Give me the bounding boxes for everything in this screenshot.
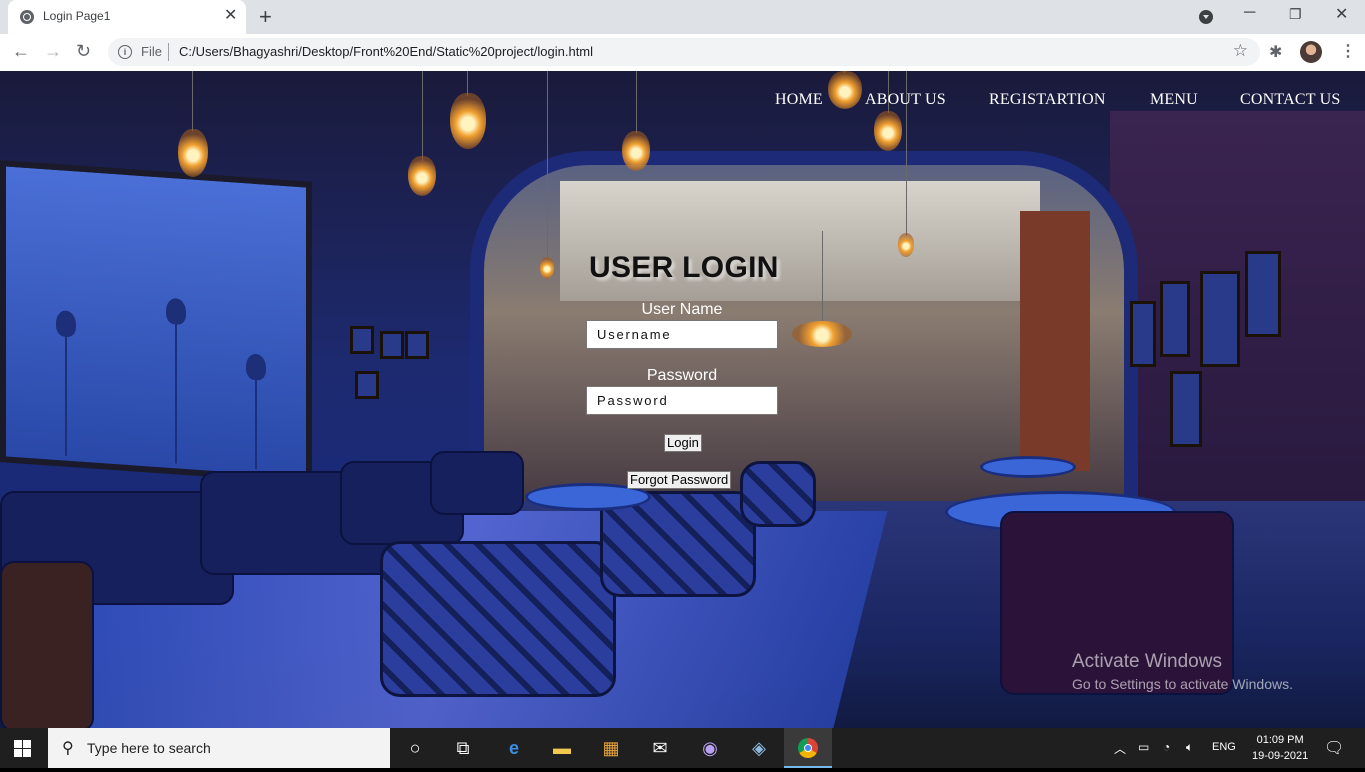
omnibox-divider: [168, 43, 169, 61]
tab-search-icon[interactable]: [1199, 10, 1213, 24]
bg-frame: [1245, 251, 1281, 337]
bg-frame: [350, 326, 374, 354]
mail-icon[interactable]: ✉: [636, 728, 684, 768]
extensions-icon[interactable]: ✱: [1269, 42, 1282, 62]
bg-bulb: [450, 93, 486, 149]
new-tab-button[interactable]: +: [259, 4, 272, 30]
cortana-icon[interactable]: ○: [391, 728, 439, 768]
store-icon[interactable]: ▦: [587, 728, 635, 768]
globe-icon: [20, 10, 34, 24]
password-input[interactable]: [586, 386, 778, 415]
bg-frame: [355, 371, 379, 399]
bg-bulb: [874, 111, 902, 151]
wifi-icon[interactable]: ◔: [1163, 740, 1170, 754]
watermark-title: Activate Windows: [1072, 651, 1222, 672]
address-bar[interactable]: i File C:/Users/Bhagyashri/Desktop/Front…: [108, 38, 1260, 66]
bg-frame: [1200, 271, 1240, 367]
bg-painting: [0, 160, 312, 484]
close-window-icon[interactable]: ✕: [1335, 4, 1348, 24]
bg-armchair: [740, 461, 816, 527]
bg-bulb: [898, 233, 914, 257]
restore-icon[interactable]: ❐: [1289, 6, 1302, 23]
bg-frame: [405, 331, 429, 359]
tray-chevron-icon[interactable]: ︿: [1114, 740, 1126, 757]
forgot-password-button[interactable]: Forgot Password: [627, 471, 732, 489]
bg-bulb: [828, 71, 862, 109]
url-text[interactable]: C:/Users/Bhagyashri/Desktop/Front%20End/…: [179, 44, 593, 59]
reload-icon[interactable]: ↻: [76, 41, 91, 61]
file-explorer-icon[interactable]: ▬: [538, 728, 586, 768]
nav-menu[interactable]: MENU: [1150, 91, 1198, 109]
scheme-label: File: [141, 44, 162, 59]
bg-chandelier: [792, 321, 852, 347]
close-tab-icon[interactable]: ✕: [224, 7, 237, 25]
bg-frame: [380, 331, 404, 359]
more-menu-icon[interactable]: ⋮: [1340, 41, 1356, 61]
chrome-icon[interactable]: [784, 728, 832, 768]
bg-sofa: [430, 451, 524, 515]
clock-date: 19-09-2021: [1252, 750, 1309, 762]
eclipse-icon[interactable]: ◉: [686, 728, 734, 768]
login-title: USER LOGIN: [589, 251, 779, 284]
profile-avatar[interactable]: [1300, 41, 1322, 63]
bg-armchair: [380, 541, 616, 697]
taskbar-search-box[interactable]: ⚲ Type here to search: [48, 728, 390, 768]
login-page: HOME ABOUT US REGISTARTION MENU CONTACT …: [0, 71, 1365, 728]
browser-tab-strip: Login Page1 ✕ + ─ ❐ ✕: [0, 0, 1365, 34]
nav-registration[interactable]: REGISTARTION: [989, 91, 1106, 109]
nav-contact-us[interactable]: CONTACT US: [1240, 91, 1340, 109]
search-icon: ⚲: [62, 740, 74, 757]
watermark-subtitle: Go to Settings to activate Windows.: [1072, 676, 1293, 692]
bg-frame: [1160, 281, 1190, 357]
browser-tab[interactable]: Login Page1 ✕: [8, 0, 246, 34]
clock-time: 01:09 PM: [1256, 734, 1304, 746]
language-indicator[interactable]: ENG: [1212, 741, 1236, 753]
bookmark-star-icon[interactable]: ☆: [1233, 41, 1248, 61]
username-input[interactable]: [586, 320, 778, 349]
tab-title: Login Page1: [43, 9, 111, 23]
username-label: User Name: [641, 301, 723, 318]
volume-icon[interactable]: 🔈︎: [1186, 740, 1193, 755]
notifications-icon[interactable]: 🗨︎: [1324, 738, 1344, 758]
browser-toolbar: ← → ↻ i File C:/Users/Bhagyashri/Desktop…: [0, 34, 1365, 72]
vscode-icon[interactable]: ◈: [735, 728, 783, 768]
bg-bulb: [408, 156, 436, 196]
forward-icon[interactable]: →: [44, 41, 62, 61]
nav-about-us[interactable]: ABOUT US: [865, 91, 946, 109]
minimize-icon[interactable]: ─: [1244, 4, 1255, 22]
back-icon[interactable]: ←: [12, 41, 30, 61]
bg-table-edge: [0, 561, 94, 728]
edge-icon[interactable]: e: [490, 728, 538, 768]
info-icon[interactable]: i: [118, 45, 132, 59]
bg-frame: [1170, 371, 1202, 447]
windows-start-icon[interactable]: [14, 740, 31, 757]
battery-icon[interactable]: ▭: [1138, 740, 1149, 754]
bg-frame: [1130, 301, 1156, 367]
taskbar: ⚲ Type here to search ○ ⧉ e ▬ ▦ ✉ ◉ ◈ ︿ …: [0, 728, 1365, 768]
bg-bulb: [540, 257, 554, 279]
activate-windows-watermark: Activate Windows Go to Settings to activ…: [1072, 651, 1293, 692]
taskbar-clock[interactable]: 01:09 PM 19-09-2021: [1252, 732, 1308, 764]
bg-bulb: [622, 131, 650, 171]
password-label: Password: [646, 367, 718, 384]
nav-home[interactable]: HOME: [775, 91, 823, 109]
bg-bulb: [178, 129, 208, 177]
login-button[interactable]: Login: [664, 434, 702, 452]
task-view-icon[interactable]: ⧉: [439, 728, 487, 768]
bg-table: [980, 456, 1076, 478]
bg-brick-wall: [1020, 211, 1090, 471]
taskbar-search-placeholder: Type here to search: [87, 740, 211, 756]
